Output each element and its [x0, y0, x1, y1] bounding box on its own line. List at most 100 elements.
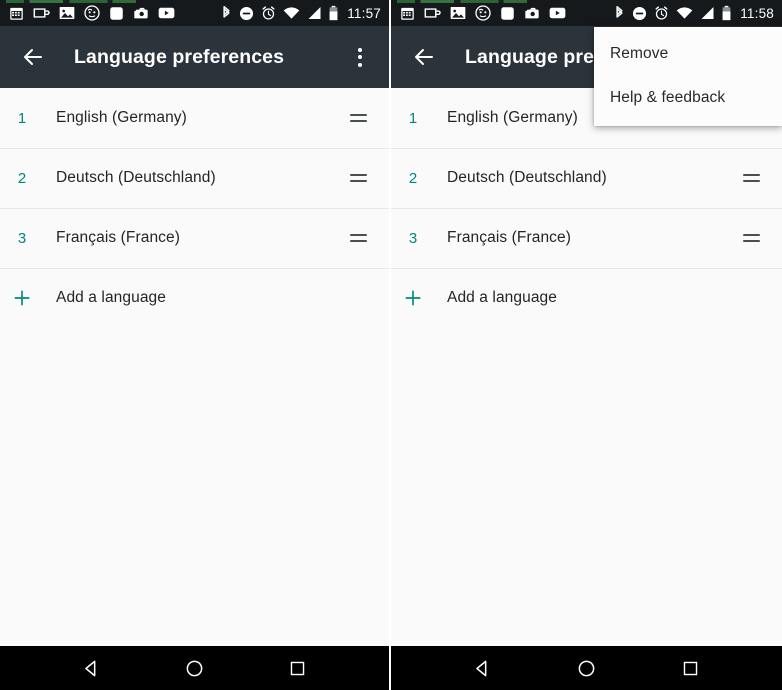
status-bar-ticker — [397, 0, 527, 3]
nav-recents-button[interactable] — [276, 646, 320, 690]
nav-home-circle-icon — [578, 660, 595, 676]
table-row[interactable]: 2 Deutsch (Deutschland) — [0, 148, 389, 208]
language-name: Deutsch (Deutschland) — [447, 169, 607, 186]
nav-recents-button[interactable] — [668, 646, 712, 690]
drag-handle-icon[interactable] — [345, 105, 371, 131]
coffee-mug-icon — [424, 8, 441, 18]
drag-handle-icon[interactable] — [345, 165, 371, 191]
table-row[interactable]: 3 Français (France) — [391, 208, 782, 268]
bluetooth-icon — [616, 5, 623, 18]
drag-handle-line-2 — [742, 240, 760, 242]
nav-home-circle-icon — [186, 660, 203, 676]
calendar-icon — [10, 7, 23, 20]
status-bar: 11:57 — [0, 0, 389, 26]
empty-space — [391, 328, 782, 690]
back-button[interactable] — [403, 36, 445, 78]
navigation-bar — [391, 646, 782, 690]
signal-icon — [701, 7, 714, 19]
language-order-number: 3 — [17, 229, 27, 247]
status-bar-notification-icons — [400, 5, 566, 21]
camera-icon — [134, 7, 148, 19]
more-vert-icon-dot-1 — [358, 47, 362, 52]
status-bar: 11:58 — [391, 0, 782, 26]
drag-handle-line-2 — [349, 180, 367, 182]
language-name: Français (France) — [56, 229, 181, 246]
drag-handle-line-1 — [349, 114, 367, 116]
add-language-label: Add a language — [56, 289, 166, 306]
nav-back-triangle-icon — [476, 660, 487, 676]
status-bar-system-icons: 11:58 — [614, 5, 774, 21]
language-name: English (Germany) — [447, 109, 578, 126]
screen-right: 11:58 Language prefe 1 English (Germany)… — [391, 0, 782, 690]
drag-handle-line-2 — [349, 120, 367, 122]
alarm-clock-icon — [262, 6, 275, 20]
language-name: Français (France) — [447, 229, 572, 246]
overflow-menu-popup: Remove Help & feedback — [594, 27, 782, 126]
language-order-number: 3 — [408, 229, 418, 247]
drag-handle-icon[interactable] — [738, 225, 764, 251]
nav-home-button[interactable] — [173, 646, 217, 690]
table-row[interactable]: 3 Français (France) — [0, 208, 389, 268]
plus-icon — [391, 288, 435, 308]
face-emoji-icon — [84, 5, 100, 21]
status-bar-clock: 11:57 — [347, 5, 381, 21]
status-bar-system-icons: 11:57 — [221, 5, 381, 21]
youtube-icon — [158, 7, 175, 19]
wifi-icon — [676, 7, 693, 19]
menu-item-remove[interactable]: Remove — [594, 35, 782, 73]
drag-handle-line-1 — [349, 234, 367, 236]
status-bar-clock: 11:58 — [740, 5, 774, 21]
nav-recents-square-icon — [683, 661, 697, 675]
rounded-square-icon — [110, 6, 123, 20]
photo-icon — [450, 7, 466, 19]
do-not-disturb-icon — [633, 6, 647, 20]
back-button[interactable] — [12, 36, 54, 78]
overflow-menu-button[interactable] — [341, 36, 379, 78]
youtube-icon — [549, 7, 566, 19]
drag-handle-line-2 — [742, 180, 760, 182]
page-title: Language preferences — [74, 45, 285, 68]
add-language-row[interactable]: Add a language — [0, 268, 389, 328]
battery-icon — [722, 5, 731, 21]
wifi-icon — [283, 7, 300, 19]
calendar-icon — [401, 7, 414, 20]
table-row[interactable]: 2 Deutsch (Deutschland) — [391, 148, 782, 208]
drag-handle-icon[interactable] — [738, 165, 764, 191]
status-bar-notification-icons — [9, 5, 175, 21]
camera-icon — [525, 7, 539, 19]
language-order-number: 2 — [408, 169, 418, 187]
language-list: 1 English (Germany) 2 Deutsch (Deutschla… — [0, 88, 389, 328]
table-row[interactable]: 1 English (Germany) — [0, 88, 389, 148]
signal-icon — [308, 7, 321, 19]
battery-icon — [329, 5, 338, 21]
rounded-square-icon — [501, 6, 514, 20]
screen-left: 11:57 Language preferences 1 English (Ge… — [0, 0, 391, 690]
nav-home-button[interactable] — [564, 646, 608, 690]
nav-back-button[interactable] — [70, 646, 114, 690]
plus-icon — [0, 288, 44, 308]
status-bar-ticker — [6, 0, 136, 3]
photo-icon — [59, 7, 75, 19]
nav-back-triangle-icon — [85, 660, 96, 676]
drag-handle-icon[interactable] — [345, 225, 371, 251]
add-language-row[interactable]: Add a language — [391, 268, 782, 328]
screen-left-body: Language preferences 1 English (Germany)… — [0, 26, 389, 690]
menu-item-help-feedback[interactable]: Help & feedback — [594, 79, 782, 117]
coffee-mug-icon — [33, 8, 50, 18]
drag-handle-line-1 — [349, 174, 367, 176]
more-vert-icon-dot-3 — [358, 62, 362, 67]
navigation-bar — [0, 646, 389, 690]
language-order-number: 1 — [408, 109, 418, 127]
app-bar: Language preferences — [0, 26, 389, 88]
do-not-disturb-icon — [240, 6, 254, 20]
language-name: English (Germany) — [56, 109, 187, 126]
language-order-number: 2 — [17, 169, 27, 187]
page-title: Language prefe — [465, 45, 612, 68]
nav-back-button[interactable] — [461, 646, 505, 690]
more-vert-icon-dot-2 — [358, 55, 362, 59]
face-emoji-icon — [475, 5, 491, 21]
language-name: Deutsch (Deutschland) — [56, 169, 216, 186]
nav-recents-square-icon — [290, 661, 305, 675]
drag-handle-line-1 — [742, 174, 760, 176]
add-language-label: Add a language — [447, 289, 557, 306]
